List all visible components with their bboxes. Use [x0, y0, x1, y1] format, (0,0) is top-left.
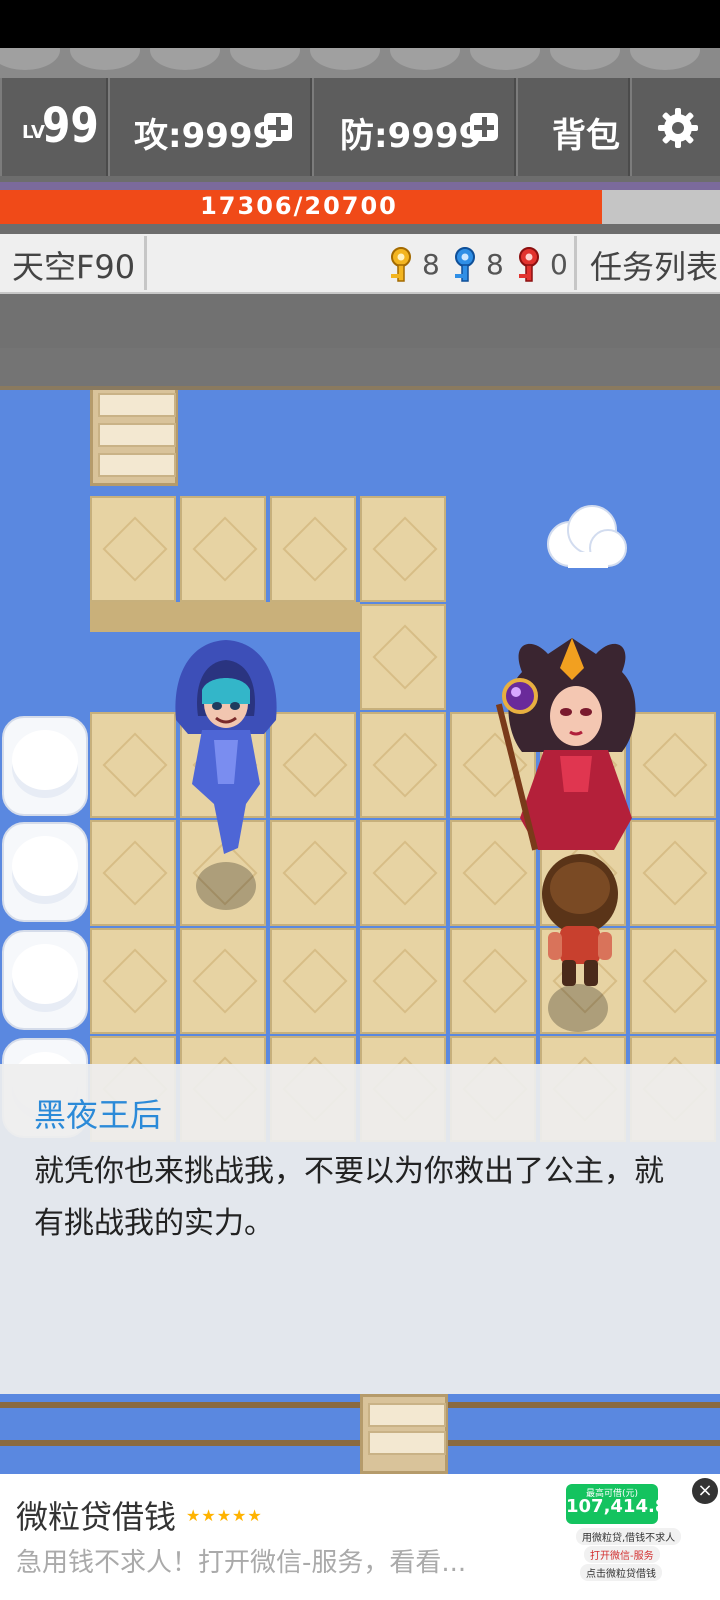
hp-value: 17306/20700 [200, 192, 398, 220]
ad-line: 打开微信-服务 [584, 1546, 660, 1563]
quest-list-label: 任务列表 [590, 248, 719, 286]
cloud-border [0, 48, 720, 78]
floor-tile[interactable] [360, 712, 446, 818]
cloud-wall [2, 822, 88, 922]
floor-tile[interactable] [270, 496, 356, 602]
cloud-icon [547, 505, 627, 568]
floor-tile[interactable] [360, 604, 446, 710]
ad-line: 点击微粒贷借钱 [580, 1564, 662, 1581]
floor-tile[interactable] [90, 496, 176, 602]
defense-plus-icon[interactable] [470, 113, 498, 141]
floor-tile[interactable] [90, 712, 176, 818]
floor-tile[interactable] [90, 928, 176, 1034]
yellow-key-icon [391, 247, 411, 282]
floor-tile[interactable] [270, 928, 356, 1034]
divider [574, 236, 577, 290]
level-value: 99 [42, 98, 99, 154]
hero-player[interactable] [534, 852, 626, 992]
speaker-name: 黑夜王后 [34, 1096, 163, 1134]
ad-line: 用微粒贷,借钱不求人 [576, 1528, 682, 1545]
dialog-message: 就凭你也来挑战我，不要以为你救出了公主，就有挑战我的实力。 [34, 1154, 664, 1241]
system-status-bar [0, 0, 720, 48]
floor-tile[interactable] [630, 928, 716, 1034]
ad-amount: 107,414.83 [566, 1496, 680, 1517]
ad-close-icon[interactable]: × [692, 1478, 718, 1504]
dark-queen-boss[interactable] [492, 632, 652, 862]
yellow-key-count: 8 [422, 248, 440, 281]
cloud-wall [2, 716, 88, 816]
board-bottom [0, 1394, 720, 1474]
red-key-icon [519, 247, 539, 282]
ad-description[interactable]: 急用钱不求人！打开微信-服务，看看... [16, 1542, 466, 1579]
blue-key-count: 8 [486, 248, 504, 281]
tile-edge [90, 602, 360, 632]
hooded-mage-npc[interactable] [168, 634, 284, 864]
stairs-up[interactable] [90, 386, 178, 486]
floor-tile[interactable] [360, 496, 446, 602]
ad-rating-stars: ★★★★★ [186, 1506, 263, 1525]
floor-tile[interactable] [180, 928, 266, 1034]
character-shadow [196, 862, 256, 910]
board-top-wall [0, 348, 720, 390]
floor-tile[interactable] [180, 496, 266, 602]
hud-bottom-strip [0, 294, 720, 348]
ad-title[interactable]: 微粒贷借钱 [16, 1492, 176, 1538]
floor-tile[interactable] [450, 928, 536, 1034]
divider [144, 236, 147, 290]
floor-tile[interactable] [360, 820, 446, 926]
gear-icon[interactable] [656, 106, 700, 150]
blue-key-icon [455, 247, 475, 282]
floor-tile[interactable] [360, 928, 446, 1034]
defense-value: 防:9999 [340, 116, 483, 156]
bag-label: 背包 [552, 116, 620, 156]
floor-label: 天空F90 [12, 248, 136, 286]
attack-plus-icon[interactable] [264, 113, 292, 141]
cloud-wall [2, 930, 88, 1030]
floor-tile[interactable] [90, 820, 176, 926]
red-key-count: 0 [550, 248, 568, 281]
attack-value: 攻:9999 [134, 116, 277, 156]
stairs-down[interactable] [360, 1394, 448, 1474]
